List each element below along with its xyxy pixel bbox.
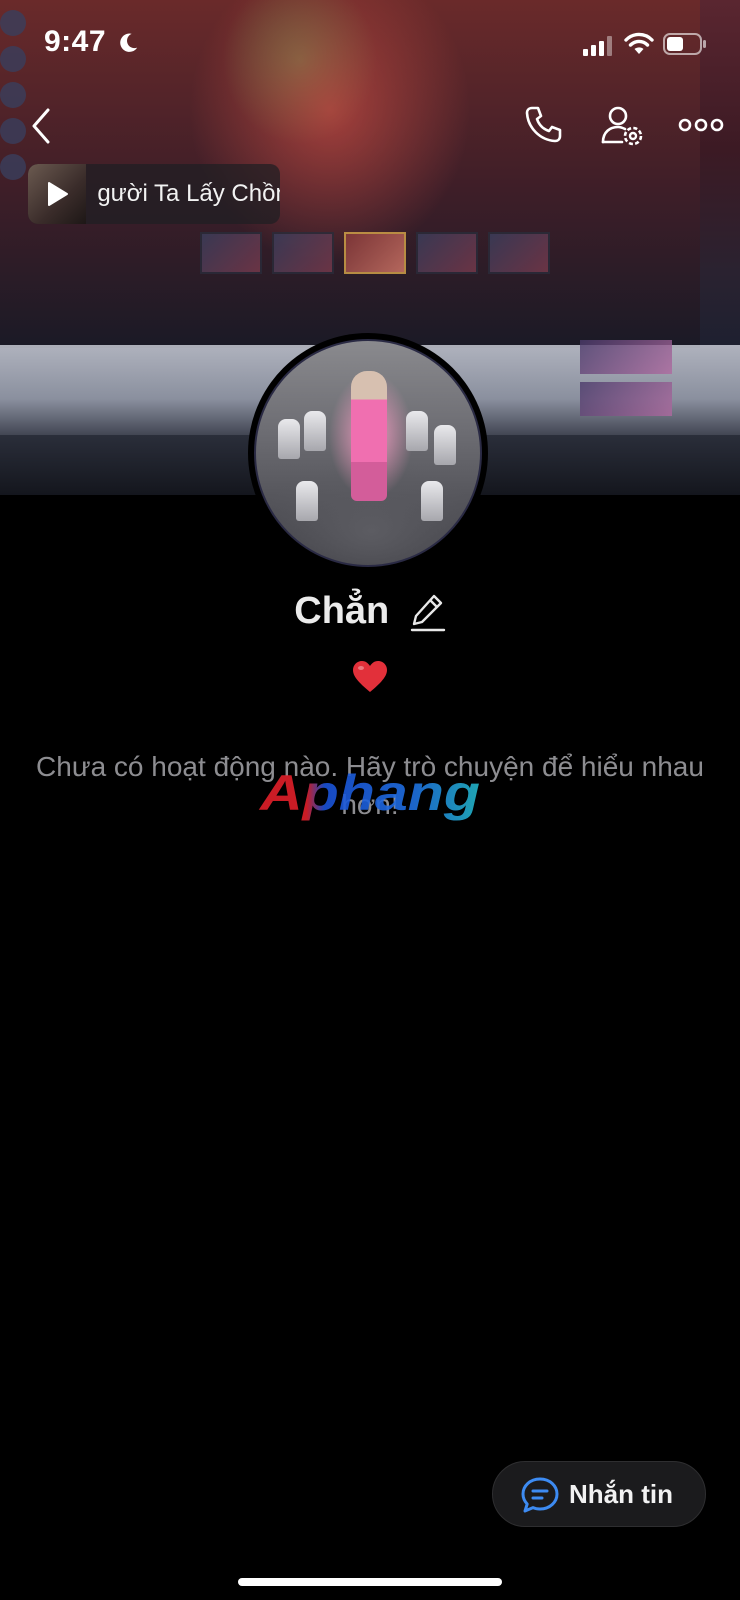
avatar-image xyxy=(254,339,482,567)
avatar[interactable] xyxy=(248,333,488,573)
cover-thumbnails xyxy=(200,232,550,274)
home-indicator[interactable] xyxy=(238,1578,502,1586)
heart-icon xyxy=(353,661,387,692)
moon-icon xyxy=(120,33,138,52)
profile-settings-icon[interactable] xyxy=(600,104,646,148)
chat-icon xyxy=(521,1477,559,1513)
more-icon[interactable] xyxy=(678,110,724,140)
status-time: 9:47 xyxy=(44,25,107,58)
send-message-label: Nhắn tin xyxy=(569,1479,673,1509)
cover-video-list xyxy=(580,340,680,420)
phone-icon[interactable] xyxy=(522,104,564,146)
music-title: Người Ta Lấy Chồng xyxy=(96,180,280,207)
signal-icon xyxy=(583,36,612,56)
back-button[interactable] xyxy=(22,104,62,148)
battery-icon xyxy=(663,33,706,55)
play-icon[interactable] xyxy=(45,181,69,207)
svg-text:Aphang: Aphang xyxy=(258,768,480,821)
watermark-logo: Aphang xyxy=(258,768,480,821)
pencil-icon[interactable] xyxy=(410,592,446,632)
wifi-icon xyxy=(624,32,654,54)
profile-name-row: Chẳn xyxy=(0,590,740,650)
profile-music-player[interactable]: Người Ta Lấy Chồng xyxy=(28,164,280,224)
send-message-button[interactable]: Nhắn tin xyxy=(492,1461,706,1527)
profile-name: Chẳn xyxy=(294,590,390,632)
status-bar: 9:47 xyxy=(0,0,740,90)
profile-bio xyxy=(0,660,740,699)
